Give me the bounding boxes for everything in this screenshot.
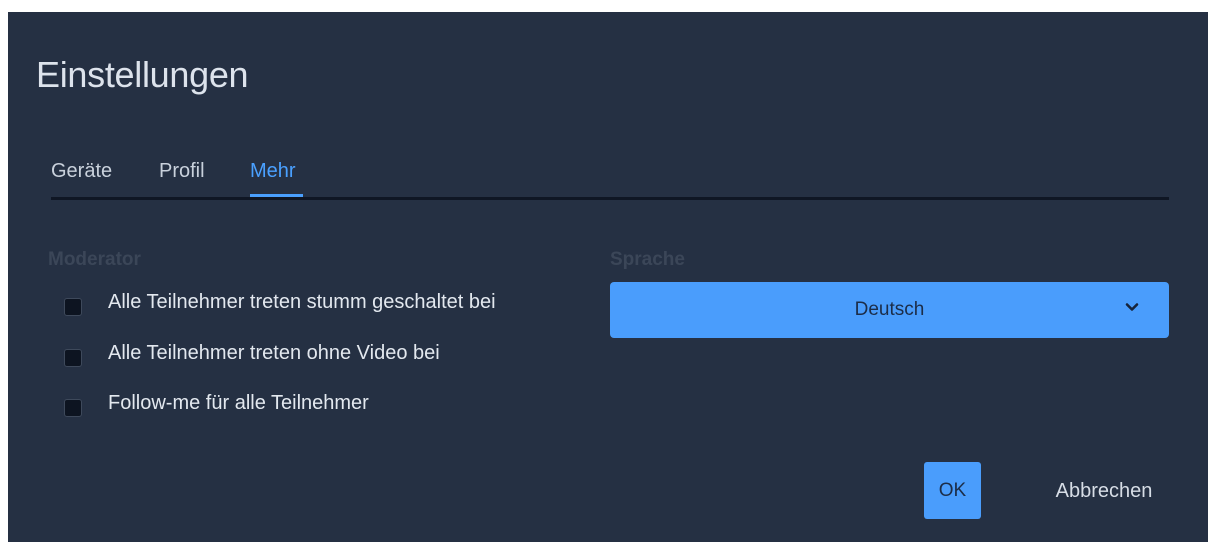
tab-profil[interactable]: Profil [159,160,205,183]
tab-mehr[interactable]: Mehr [250,160,296,183]
cancel-button[interactable]: Abbrechen [1038,462,1170,519]
language-select[interactable]: Deutsch [610,282,1169,338]
checkbox-follow-me[interactable] [64,399,82,417]
moderator-heading: Moderator [48,249,141,270]
tab-geraete[interactable]: Geräte [51,160,112,183]
option-start-muted-label: Alle Teilnehmer treten stumm geschaltet … [108,291,496,313]
dialog-title: Einstellungen [36,54,249,95]
tab-divider [51,197,1169,200]
option-start-without-video-label: Alle Teilnehmer treten ohne Video bei [108,342,440,364]
cancel-button-label: Abbrechen [1055,480,1153,502]
ok-button-label: OK [938,480,967,501]
checkbox-start-without-video[interactable] [64,349,82,367]
option-follow-me-label: Follow-me für alle Teilnehmer [108,392,369,414]
settings-dialog: Einstellungen Geräte Profil Mehr Moderat… [8,12,1208,542]
language-heading: Sprache [610,249,685,270]
checkbox-start-muted[interactable] [64,298,82,316]
ok-button[interactable]: OK [924,462,981,519]
language-select-value: Deutsch [854,299,925,320]
chevron-down-icon [1125,303,1139,311]
